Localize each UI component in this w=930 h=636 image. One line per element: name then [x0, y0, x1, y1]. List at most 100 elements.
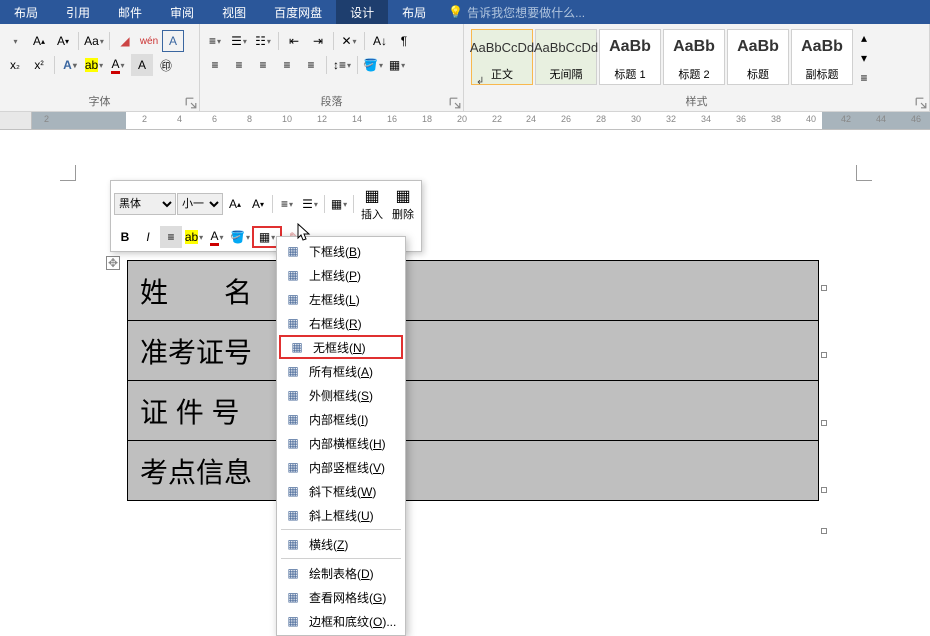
align-justify-button[interactable]: ≡	[276, 54, 298, 76]
table-cell[interactable]: 准考证号	[128, 321, 288, 381]
mini-bold-button[interactable]: B	[114, 226, 136, 248]
align-distribute-button[interactable]: ≡	[300, 54, 322, 76]
change-case-button[interactable]: Aa▾	[83, 30, 105, 52]
tab-baidunetdisk[interactable]: 百度网盘	[260, 0, 336, 24]
border-menu-item[interactable]: ▦绘制表格(D)	[277, 561, 405, 585]
text-effects-button[interactable]: A▾	[59, 54, 81, 76]
paragraph-group-launcher-icon[interactable]	[449, 97, 461, 109]
char-border-button[interactable]: A	[162, 30, 184, 52]
table-resize-handle[interactable]	[821, 528, 827, 534]
shading-button[interactable]: 🪣▾	[362, 54, 384, 76]
grow-font-button[interactable]: A▴	[28, 30, 50, 52]
mini-italic-button[interactable]: I	[137, 226, 159, 248]
highlight-button[interactable]: ab▾	[83, 54, 105, 76]
tab-view[interactable]: 视图	[208, 0, 260, 24]
tab-design[interactable]: 设计	[336, 0, 388, 24]
style-gallery[interactable]: ↲ AaBbCcDd 正文 AaBbCcDd 无间隔 AaBb 标题 1 AaB…	[471, 29, 853, 85]
border-menu-item[interactable]: ▦左框线(L)	[277, 287, 405, 311]
tab-layout1[interactable]: 布局	[0, 0, 52, 24]
styles-expand-button[interactable]: ≡	[857, 69, 871, 87]
mini-insert-button[interactable]: ▦插入	[357, 184, 387, 224]
subscript-button[interactable]: x₂	[4, 54, 26, 76]
line-spacing-button[interactable]: ↕≡▾	[331, 54, 353, 76]
styles-scroll-up-button[interactable]: ▴	[857, 29, 871, 47]
border-menu-item[interactable]: ▦无框线(N)	[279, 335, 403, 359]
border-menu-item[interactable]: ▦查看网格线(G)	[277, 585, 405, 609]
mini-align-button[interactable]: ≡	[160, 226, 182, 248]
mini-numbering-button[interactable]: ☰▾	[299, 193, 321, 215]
border-menu-item[interactable]: ▦右框线(R)	[277, 311, 405, 335]
table-cell[interactable]: 证 件 号	[128, 381, 288, 441]
table-cell[interactable]: 考点信息	[128, 441, 288, 501]
superscript-button[interactable]: x²	[28, 54, 50, 76]
styles-group-launcher-icon[interactable]	[915, 97, 927, 109]
ruler[interactable]: 2 2 4 6 8 10 12 14 16 18 20 22 24 26 28 …	[0, 112, 930, 130]
increase-indent-button[interactable]: ⇥	[307, 30, 329, 52]
mini-font-color-button[interactable]: A▾	[206, 226, 228, 248]
border-menu-item[interactable]: ▦斜上框线(U)	[277, 503, 405, 527]
style-nospacing[interactable]: AaBbCcDd 无间隔	[535, 29, 597, 85]
phonetic-guide-button[interactable]: wén	[138, 30, 160, 52]
document-area[interactable]: ✥ 姓 名 准考证号 证 件 号 考点信息 黑体 小一 A▴ A▾ ≡▾ ☰▾ …	[0, 130, 930, 636]
table-row[interactable]: 考点信息	[128, 441, 819, 501]
bullets-button[interactable]: ≡▾	[204, 30, 226, 52]
align-right-button[interactable]: ≡	[252, 54, 274, 76]
mini-font-size-select[interactable]: 小一	[177, 193, 223, 215]
shrink-font-button[interactable]: A▾	[52, 30, 74, 52]
style-heading1[interactable]: AaBb 标题 1	[599, 29, 661, 85]
table-row-handle[interactable]	[821, 420, 827, 426]
mini-bullets-button[interactable]: ≡▾	[276, 193, 298, 215]
font-color-button[interactable]: A▾	[107, 54, 129, 76]
styles-scroll-down-button[interactable]: ▾	[857, 49, 871, 67]
asia-layout-button[interactable]: ✕▾	[338, 30, 360, 52]
doc-table[interactable]: 姓 名 准考证号 证 件 号 考点信息	[127, 260, 819, 501]
style-subtitle[interactable]: AaBb 副标题	[791, 29, 853, 85]
mini-shrink-font-button[interactable]: A▾	[247, 193, 269, 215]
tell-me-search[interactable]: 💡 告诉我您想要做什么...	[440, 4, 585, 21]
table-row-handle[interactable]	[821, 285, 827, 291]
enclose-chars-button[interactable]: ㊞	[155, 54, 177, 76]
mini-shading-button[interactable]: 🪣▾	[229, 226, 251, 248]
mini-font-family-select[interactable]: 黑体	[114, 193, 176, 215]
tab-mail[interactable]: 邮件	[104, 0, 156, 24]
table-row[interactable]: 证 件 号	[128, 381, 819, 441]
sort-button[interactable]: A↓	[369, 30, 391, 52]
borders-button[interactable]: ▦▾	[386, 54, 408, 76]
border-menu-item[interactable]: ▦上框线(P)	[277, 263, 405, 287]
mini-highlight-button[interactable]: ab▾	[183, 226, 205, 248]
clear-format-button[interactable]: ◢	[114, 30, 136, 52]
table-cell[interactable]: 姓 名	[128, 261, 288, 321]
border-menu-item[interactable]: ▦斜下框线(W)	[277, 479, 405, 503]
align-left-button[interactable]: ≡	[204, 54, 226, 76]
font-decrease-dropdown-icon[interactable]: ▾	[4, 30, 26, 52]
decrease-indent-button[interactable]: ⇤	[283, 30, 305, 52]
show-marks-button[interactable]: ¶	[393, 30, 415, 52]
tab-review[interactable]: 审阅	[156, 0, 208, 24]
border-menu-item[interactable]: ▦内部竖框线(V)	[277, 455, 405, 479]
tab-layout2[interactable]: 布局	[388, 0, 440, 24]
border-menu-item[interactable]: ▦下框线(B)	[277, 239, 405, 263]
ruler-horizontal[interactable]: 2 2 4 6 8 10 12 14 16 18 20 22 24 26 28 …	[32, 112, 930, 129]
border-menu-item[interactable]: ▦内部横框线(H)	[277, 431, 405, 455]
mini-delete-button[interactable]: ▦删除	[388, 184, 418, 224]
char-shading-button[interactable]: A	[131, 54, 153, 76]
border-menu-item[interactable]: ▦外侧框线(S)	[277, 383, 405, 407]
multilevel-button[interactable]: ☷▾	[252, 30, 274, 52]
style-title[interactable]: AaBb 标题	[727, 29, 789, 85]
font-group-launcher-icon[interactable]	[185, 97, 197, 109]
table-row-handle[interactable]	[821, 352, 827, 358]
mini-grow-font-button[interactable]: A▴	[224, 193, 246, 215]
tab-references[interactable]: 引用	[52, 0, 104, 24]
border-menu-item[interactable]: ▦内部框线(I)	[277, 407, 405, 431]
table-row[interactable]: 姓 名	[128, 261, 819, 321]
style-normal[interactable]: ↲ AaBbCcDd 正文	[471, 29, 533, 85]
table-row[interactable]: 准考证号	[128, 321, 819, 381]
numbering-button[interactable]: ☰▾	[228, 30, 250, 52]
style-heading2[interactable]: AaBb 标题 2	[663, 29, 725, 85]
align-center-button[interactable]: ≡	[228, 54, 250, 76]
border-menu-item[interactable]: ▦所有框线(A)	[277, 359, 405, 383]
border-menu-item[interactable]: ▦边框和底纹(O)...	[277, 609, 405, 633]
border-menu-item[interactable]: ▦横线(Z)	[277, 532, 405, 556]
mini-table-grid-button[interactable]: ▦▾	[328, 193, 350, 215]
table-row-handle[interactable]	[821, 487, 827, 493]
